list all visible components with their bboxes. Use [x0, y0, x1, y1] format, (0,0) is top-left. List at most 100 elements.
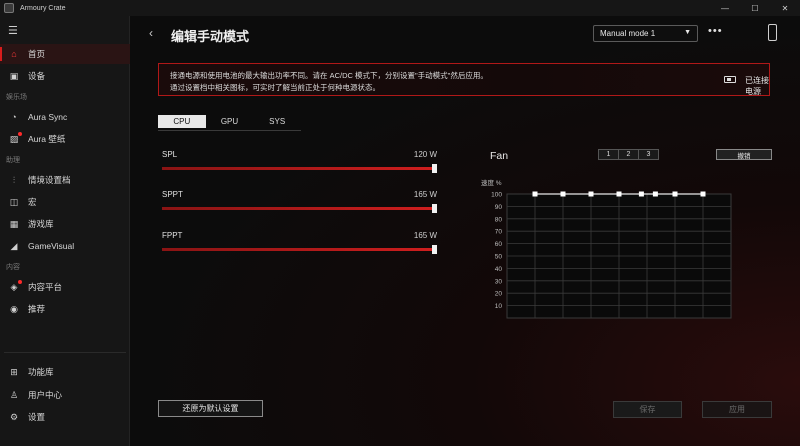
sidebar-item-game-library[interactable]: ▦ 游戏库 — [0, 214, 130, 234]
tab-gpu[interactable]: GPU — [206, 115, 254, 128]
slider-label-sppt: SPPT — [162, 190, 183, 199]
sidebar-item-macro[interactable]: ◫ 宏 — [0, 192, 130, 212]
sidebar-item-label: Aura 壁纸 — [28, 134, 66, 144]
sidebar-item-scenario-profiles[interactable]: ⫶ 情境设置档 — [0, 170, 130, 190]
feature-library-icon: ⊞ — [10, 366, 18, 377]
sidebar-item-home[interactable]: ⌂ 首页 — [0, 44, 130, 64]
tab-cpu[interactable]: CPU — [158, 115, 206, 128]
apply-button[interactable]: 应用 — [702, 401, 772, 418]
device-icon: ▣ — [9, 70, 19, 81]
y-tick-label: 10 — [495, 303, 503, 310]
main-panel: ‹ 编辑手动模式 Manual mode 1 ▼ ••• 接通电源和使用电池的最… — [131, 16, 800, 446]
sidebar-item-label: 内容平台 — [28, 282, 63, 292]
fan-curve-point[interactable] — [638, 191, 644, 197]
maximize-button[interactable]: ☐ — [740, 0, 770, 16]
slider-thumb[interactable] — [432, 245, 437, 254]
undo-button[interactable]: 撤销 — [716, 149, 772, 160]
y-tick-label: 80 — [495, 216, 503, 223]
notification-badge — [18, 280, 22, 284]
close-button[interactable]: ✕ — [770, 0, 800, 16]
sidebar-item-user-center[interactable]: ♙ 用户中心 — [0, 385, 130, 405]
notification-badge — [18, 132, 22, 136]
slider-label-fppt: FPPT — [162, 231, 183, 240]
tab-bar: CPU GPU SYS — [158, 115, 301, 131]
fan-curve-point[interactable] — [532, 191, 538, 197]
restore-defaults-button[interactable]: 还原为默认设置 — [158, 400, 263, 417]
mode-select-value: Manual mode 1 — [600, 29, 656, 38]
y-axis-label: 速度 % — [481, 178, 502, 187]
game-library-icon: ▦ — [9, 218, 19, 229]
sidebar-item-device[interactable]: ▣ 设备 — [0, 66, 130, 86]
sidebar: ☰ ⌂ 首页 ▣ 设备 娱乐场 ◔ Aura Sync ▨ Aura 壁纸 助理… — [0, 16, 130, 446]
mode-select[interactable]: Manual mode 1 ▼ — [593, 25, 698, 42]
user-center-icon: ♙ — [9, 389, 19, 400]
group-label-entertainment: 娱乐场 — [6, 94, 27, 101]
sidebar-item-recommend[interactable]: ◉ 推荐 — [0, 299, 130, 319]
sidebar-item-aura-wallpaper[interactable]: ▨ Aura 壁纸 — [0, 129, 130, 149]
sidebar-item-label: Aura Sync — [28, 112, 68, 122]
slider-spl[interactable] — [162, 164, 437, 173]
y-tick-label: 50 — [495, 254, 503, 261]
fan-curve-point[interactable] — [588, 191, 594, 197]
slider-thumb[interactable] — [432, 204, 437, 213]
recommend-icon: ◉ — [10, 303, 18, 314]
sidebar-item-label: 首页 — [28, 49, 46, 59]
slider-value-spl: 120 W — [413, 150, 437, 159]
chevron-down-icon: ▼ — [684, 29, 691, 36]
tab-sys[interactable]: SYS — [253, 115, 301, 128]
slider-fill — [162, 207, 437, 210]
notice-line-2: 通过设置档中相关图标，可实时了解当前正处于何种电源状态。 — [170, 83, 380, 92]
fan-curve-buttons: 1 2 3 — [598, 149, 659, 160]
minimize-button[interactable]: — — [710, 0, 740, 16]
wallpaper-icon: ▨ — [8, 132, 22, 145]
slider-thumb[interactable] — [432, 164, 437, 173]
power-status: 已连接电源 — [745, 76, 769, 96]
save-button[interactable]: 保存 — [613, 401, 682, 418]
y-tick-label: 60 — [495, 241, 503, 248]
slider-fill — [162, 167, 437, 170]
app-logo-icon — [4, 3, 14, 13]
sidebar-item-aura-sync[interactable]: ◔ Aura Sync — [0, 107, 130, 127]
sidebar-item-label: 用户中心 — [28, 390, 63, 400]
sidebar-divider — [4, 352, 126, 353]
back-arrow-icon[interactable]: ‹ — [149, 26, 153, 40]
sidebar-item-label: 推荐 — [28, 304, 46, 314]
window-controls: — ☐ ✕ — [710, 0, 800, 16]
device-mode-icon[interactable] — [768, 24, 777, 41]
y-tick-label: 30 — [495, 278, 503, 285]
sidebar-item-label: 设置 — [28, 412, 46, 422]
fan-curve-point[interactable] — [672, 191, 678, 197]
sidebar-item-settings[interactable]: ⚙ 设置 — [0, 407, 130, 427]
sidebar-item-label: 设备 — [28, 71, 46, 81]
more-options-icon[interactable]: ••• — [708, 25, 723, 37]
curve-button-1[interactable]: 1 — [599, 150, 618, 159]
curve-button-3[interactable]: 3 — [639, 150, 658, 159]
fan-curve-chart[interactable]: 1020304050607080901003040506070809010011… — [481, 168, 781, 328]
hamburger-menu-icon[interactable]: ☰ — [8, 24, 18, 37]
power-notice: 接通电源和使用电池的最大输出功率不同。请在 AC/DC 模式下，分别设置"手动模… — [158, 63, 770, 96]
slider-value-sppt: 165 W — [413, 190, 437, 199]
slider-value-fppt: 165 W — [413, 231, 437, 240]
fan-curve-point[interactable] — [616, 191, 622, 197]
sidebar-item-label: 游戏库 — [28, 219, 54, 229]
slider-label-spl: SPL — [162, 150, 178, 159]
fan-curve-point[interactable] — [652, 191, 658, 197]
fan-curve-point[interactable] — [700, 191, 706, 197]
title-bar: Armoury Crate — ☐ ✕ — [0, 0, 800, 16]
content-platform-icon: ◈ — [8, 280, 22, 293]
y-tick-label: 20 — [495, 291, 503, 298]
sidebar-item-label: 情境设置档 — [28, 175, 71, 185]
slider-sppt[interactable] — [162, 204, 437, 213]
gamevisual-icon: ◢ — [10, 240, 18, 251]
sidebar-item-label: 宏 — [28, 197, 37, 207]
fan-curve-point[interactable] — [560, 191, 566, 197]
sidebar-item-label: GameVisual — [28, 241, 75, 251]
curve-button-2[interactable]: 2 — [619, 150, 638, 159]
aura-sync-icon: ◔ — [11, 112, 17, 122]
sidebar-item-feature-library[interactable]: ⊞ 功能库 — [0, 362, 130, 382]
slider-fppt[interactable] — [162, 245, 437, 254]
sidebar-item-gamevisual[interactable]: ◢ GameVisual — [0, 236, 130, 256]
sidebar-item-content-platform[interactable]: ◈ 内容平台 — [0, 277, 130, 297]
y-tick-label: 100 — [491, 192, 502, 199]
y-tick-label: 90 — [495, 204, 503, 211]
